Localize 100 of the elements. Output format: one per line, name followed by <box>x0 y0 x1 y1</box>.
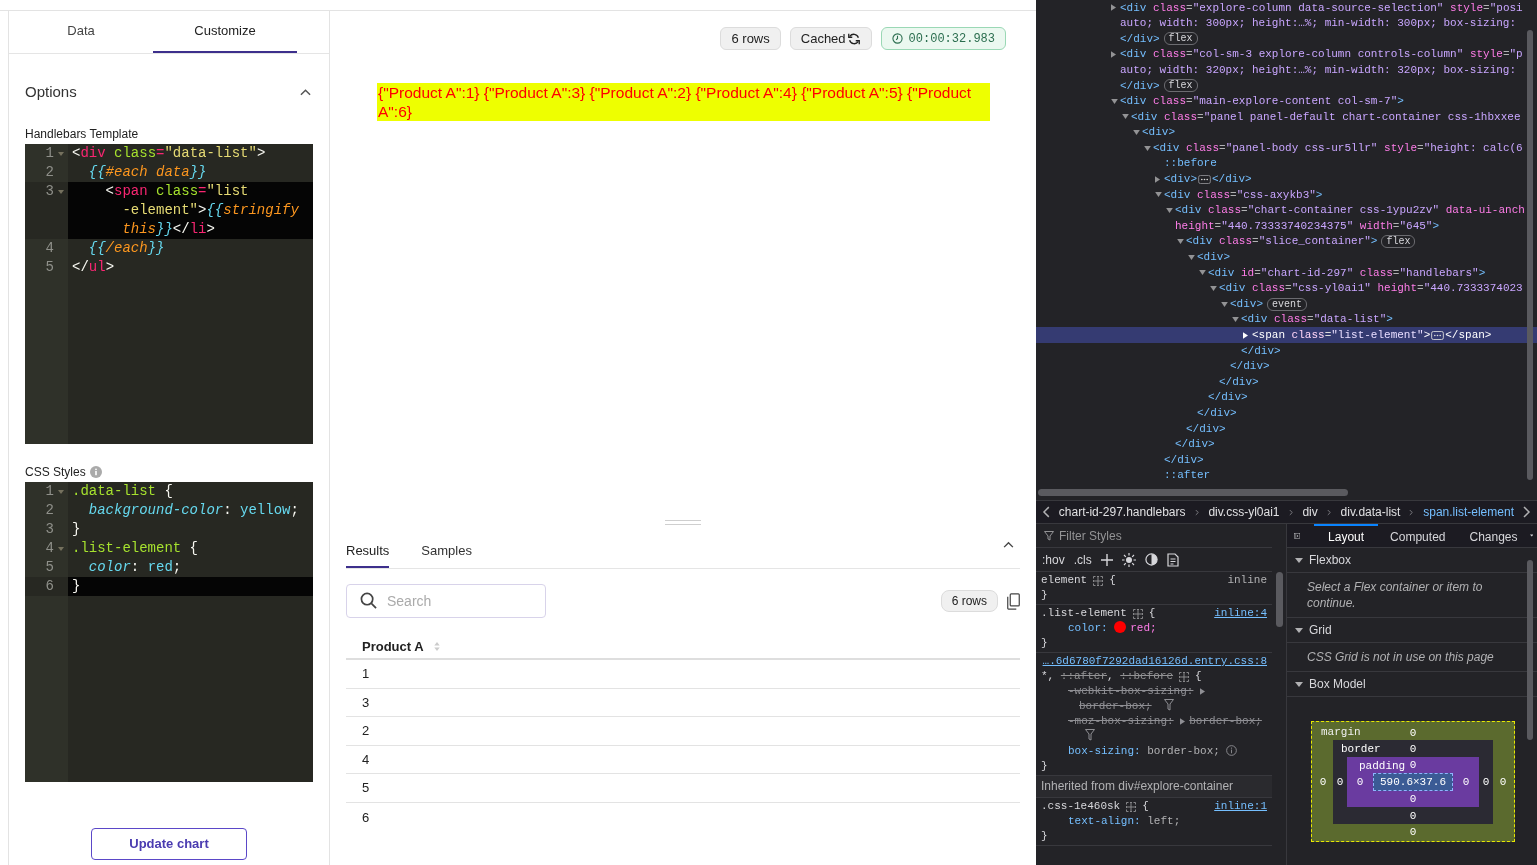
chevron-up-icon[interactable] <box>1003 541 1014 548</box>
expand-arrow-icon[interactable] <box>1122 114 1129 120</box>
expand-arrow-icon[interactable] <box>1210 286 1217 291</box>
expand-arrow-icon[interactable] <box>1232 317 1239 323</box>
node-badge[interactable]: flex <box>1381 235 1416 249</box>
search-field[interactable]: Search <box>346 584 546 618</box>
fold-caret-icon[interactable] <box>58 151 64 156</box>
dropdown-caret-icon[interactable] <box>1529 533 1533 538</box>
code-editor[interactable]: 1 .data-list { 2 background-color: yellow; 3 } 4 .list-element { 5 color: red; 6 } <box>25 482 313 782</box>
color-swatch[interactable] <box>1114 621 1127 633</box>
scrollbar[interactable] <box>1038 489 1348 496</box>
expand-arrow-icon[interactable] <box>1177 239 1184 245</box>
field-label: CSS Styles <box>25 464 86 481</box>
code-line[interactable]: .data-list { <box>68 482 313 501</box>
content-area: 590.6×37.6 <box>1373 773 1453 791</box>
column-header[interactable]: Product A <box>362 636 424 657</box>
expand-arrow-icon[interactable] <box>1295 681 1303 687</box>
scrollbar[interactable] <box>1527 560 1533 740</box>
collapse-arrow-icon[interactable] <box>1155 175 1160 183</box>
add-icon[interactable] <box>1100 553 1113 566</box>
markup-text: ::after <box>1164 468 1211 484</box>
document-icon[interactable] <box>1166 552 1179 567</box>
markup-text: </div> <box>1208 390 1248 406</box>
grid-highlighter-icon[interactable] <box>1126 801 1137 812</box>
search-icon <box>360 592 377 609</box>
code-line[interactable]: {{#each data}} <box>68 163 313 182</box>
markup-text: <div class="panel-body css-ur5llr" style="height: calc(6 <box>1153 140 1523 156</box>
breadcrumb[interactable]: div.css-yl0ai1 <box>1208 503 1280 521</box>
node-badge[interactable]: flex <box>1163 32 1198 46</box>
line-number: 6 <box>44 577 54 596</box>
refresh-icon[interactable] <box>846 31 861 46</box>
ellipsis-icon[interactable] <box>1198 174 1211 184</box>
markup-text: </div> <box>1197 406 1237 421</box>
expand-arrow-icon[interactable] <box>1188 254 1195 260</box>
line-number: 3 <box>44 182 54 201</box>
table-cell-text: 5 <box>362 779 370 798</box>
node-badge[interactable]: flex <box>1163 79 1198 93</box>
expand-arrow-icon[interactable] <box>1295 557 1303 563</box>
drag-handle[interactable] <box>665 520 701 525</box>
tab[interactable]: Layout <box>1314 524 1379 547</box>
tab[interactable]: Data <box>9 11 153 53</box>
filter-field[interactable]: Filter Styles <box>1059 526 1264 545</box>
expand-arrow-icon[interactable] <box>1180 717 1186 725</box>
fold-caret-icon[interactable] <box>58 489 64 494</box>
scrollbar[interactable] <box>1275 572 1283 627</box>
expand-arrow-icon[interactable] <box>1221 301 1228 307</box>
expand-arrow-icon[interactable] <box>1144 145 1151 151</box>
code-line[interactable]: color: red; <box>68 558 313 577</box>
source-link[interactable]: ….6d6780f7292dad16126d.entry.css:8 <box>1042 654 1267 669</box>
collapse-arrow-icon[interactable] <box>1111 4 1116 12</box>
expand-arrow-icon[interactable] <box>1155 192 1162 198</box>
toggle-button[interactable]: .cls <box>1073 550 1092 569</box>
source-link[interactable]: inline:4 <box>1214 606 1267 621</box>
grid-highlighter-icon[interactable] <box>1132 608 1143 619</box>
breadcrumb[interactable]: div.data-list <box>1340 503 1401 521</box>
info-icon[interactable] <box>1226 745 1238 756</box>
line-number: 1 <box>44 144 54 163</box>
code-line[interactable]: {{/each}} <box>68 239 313 258</box>
tab[interactable]: Results <box>346 535 390 568</box>
scroll-left-icon[interactable] <box>1042 506 1050 518</box>
tab[interactable]: Samples <box>421 535 472 568</box>
filter-icon[interactable] <box>1164 699 1175 711</box>
expand-arrow-icon[interactable] <box>1295 627 1303 633</box>
source-link[interactable]: inline:1 <box>1214 799 1267 814</box>
expand-arrow-icon[interactable] <box>1133 130 1140 136</box>
breadcrumb[interactable]: span.list-element <box>1423 503 1514 521</box>
code-line[interactable]: <div class="data-list"> <box>68 144 313 163</box>
fold-caret-icon[interactable] <box>58 189 64 194</box>
chevron-up-icon[interactable] <box>300 88 311 96</box>
code-line[interactable]: </ul> <box>68 258 313 277</box>
contrast-icon[interactable] <box>1144 553 1158 566</box>
tab[interactable]: Changes <box>1457 524 1530 547</box>
scrollbar[interactable] <box>1527 30 1533 480</box>
code-line[interactable]: background-color: yellow; <box>68 501 313 520</box>
line-number: 2 <box>44 163 54 182</box>
node-badge[interactable]: event <box>1267 297 1308 311</box>
grid-highlighter-icon[interactable] <box>1093 575 1104 586</box>
code-line[interactable]: .list-element { <box>68 539 313 558</box>
grid-highlighter-icon[interactable] <box>1179 671 1190 682</box>
expand-arrow-icon[interactable] <box>1200 687 1206 695</box>
expand-arrow-icon[interactable] <box>1166 208 1173 213</box>
breadcrumb[interactable]: div <box>1302 503 1318 521</box>
tab[interactable]: Customize <box>153 11 297 53</box>
filter-icon[interactable] <box>1085 729 1095 741</box>
toggle-button[interactable]: :hov <box>1042 550 1065 569</box>
markup-text: <div class="data-list"> <box>1241 312 1393 328</box>
update-chart-button[interactable]: Update chart <box>91 828 247 860</box>
scroll-right-icon[interactable] <box>1523 506 1531 518</box>
code-line[interactable]: } <box>68 520 313 539</box>
collapse-arrow-icon[interactable] <box>1243 331 1248 339</box>
collapse-arrow-icon[interactable] <box>1111 51 1116 59</box>
copy-icon[interactable] <box>1007 592 1020 610</box>
expand-arrow-icon[interactable] <box>1199 270 1206 276</box>
fold-caret-icon[interactable] <box>58 546 64 551</box>
tab[interactable]: Computed <box>1378 524 1458 547</box>
breadcrumb[interactable]: chart-id-297.handlebars <box>1058 503 1186 521</box>
selected-row-highlight[interactable]: <span class="list-element"> </span> <box>1036 327 1537 344</box>
sun-icon[interactable] <box>1121 552 1136 567</box>
code-editor[interactable]: 1 <div class="data-list"> 2 {{#each data}} 3 <span class="list -element">{{stringify this}}</li> 4 {{/each}} 5 </ul> <box>25 144 313 444</box>
expand-arrow-icon[interactable] <box>1111 98 1118 104</box>
